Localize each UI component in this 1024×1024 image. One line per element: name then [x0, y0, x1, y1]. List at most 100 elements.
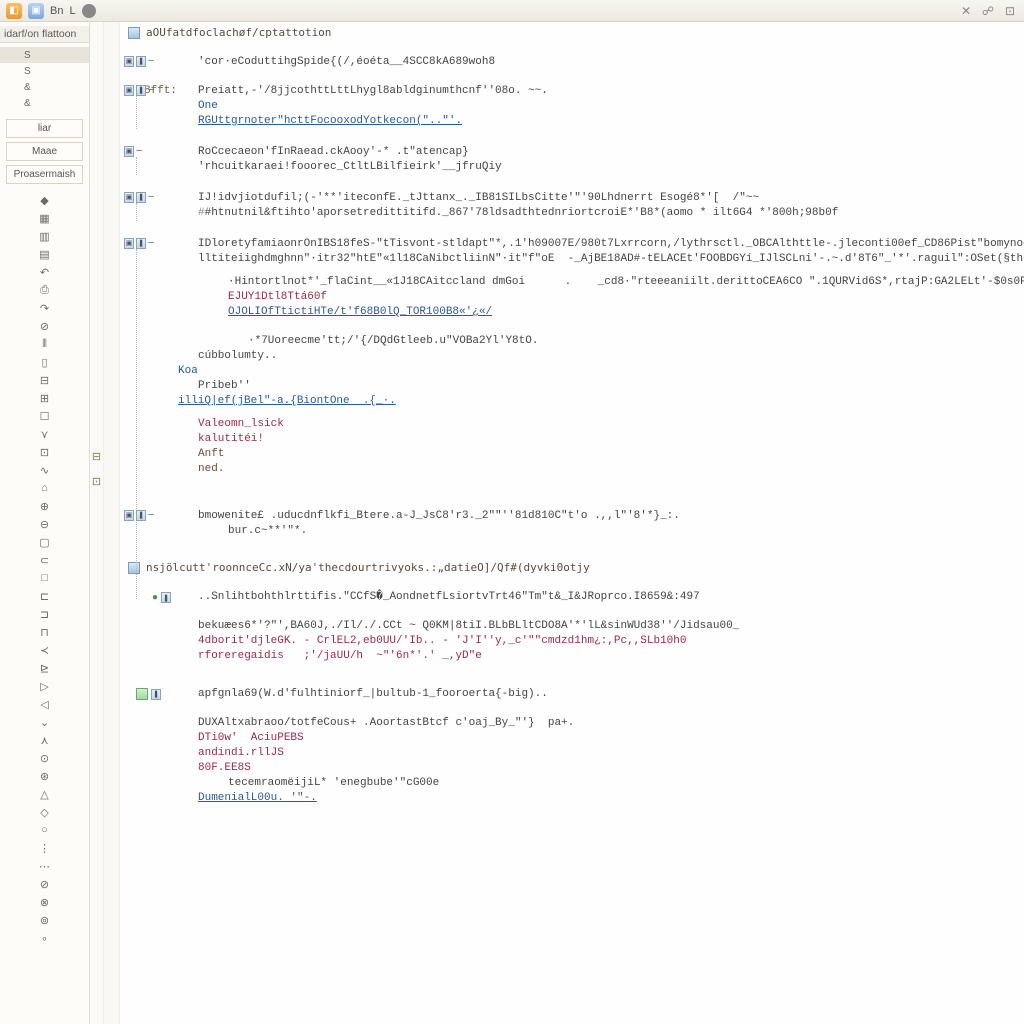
strip-icon[interactable]: ▷: [37, 678, 53, 694]
code-line[interactable]: 4dborit'djleGK. - CrlEL2,eb0UU/'Ib.. - '…: [128, 634, 1024, 649]
code-line[interactable]: andindi.rllJS: [128, 746, 1024, 761]
settings-icon[interactable]: ✕: [958, 3, 974, 19]
block-marker[interactable]: ▣ ❚ −: [124, 509, 154, 521]
strip-icon[interactable]: ⌄: [37, 714, 53, 730]
panel-item[interactable]: S: [0, 63, 89, 79]
strip-icon[interactable]: ⊐: [37, 606, 53, 622]
collapse-icon[interactable]: −: [148, 509, 154, 521]
block-marker[interactable]: ▣ ❚ −: [124, 191, 154, 203]
bookmark-icon[interactable]: ❚: [136, 85, 146, 96]
gutter-icon[interactable]: ⊡: [92, 475, 101, 488]
code-line[interactable]: RoCcecaeon'fInRaead.ckAooy'-* .t"atencap…: [128, 145, 1024, 160]
fold-icon[interactable]: ▣: [124, 238, 134, 249]
code-line[interactable]: DUXAltxabraoo/totfeCous+ .AoortastBtcf c…: [128, 716, 1024, 731]
panel-item[interactable]: &: [0, 95, 89, 111]
strip-icon[interactable]: ⊖: [37, 516, 53, 532]
code-line[interactable]: OJOLIOfTtictiHTe/t'f68B0lQ_TOR100B8«'¿«/: [128, 305, 1024, 320]
strip-icon[interactable]: ↷: [37, 300, 53, 316]
app-icon-1[interactable]: ◧: [6, 3, 22, 19]
code-line[interactable]: apfgnla69(W.d'fulhtiniorf_|bultub-1_foor…: [128, 687, 1024, 702]
code-line[interactable]: Anft: [128, 447, 1024, 462]
strip-icon[interactable]: ▦: [37, 210, 53, 226]
strip-icon[interactable]: ⊵: [37, 660, 53, 676]
fold-icon[interactable]: ▣: [124, 146, 134, 157]
code-line[interactable]: ·Hintortlnot*'_flaCint__«1J18CAitccland …: [128, 275, 1024, 290]
strip-icon[interactable]: ⊚: [37, 912, 53, 928]
strip-icon[interactable]: ◇: [37, 804, 53, 820]
code-line[interactable]: Preiatt,-'/8jjcothttLttLhygl8abldginumth…: [128, 84, 1024, 99]
fold-gutter[interactable]: [104, 22, 120, 1024]
strip-icon[interactable]: ⊘: [37, 876, 53, 892]
strip-icon[interactable]: ⋮: [37, 840, 53, 856]
strip-icon[interactable]: ⊙: [37, 750, 53, 766]
tool-icon-1[interactable]: ☍: [980, 3, 996, 19]
strip-icon[interactable]: ☐: [37, 408, 53, 424]
collapse-icon[interactable]: −: [136, 145, 142, 157]
breakpoint-gutter[interactable]: ⊟ ⊡: [90, 22, 104, 1024]
code-line[interactable]: ned.: [128, 462, 1024, 477]
collapse-icon[interactable]: −: [148, 84, 154, 96]
strip-icon[interactable]: ⊂: [37, 552, 53, 568]
code-line[interactable]: kalutitéi!: [128, 432, 1024, 447]
strip-icon[interactable]: ▢: [37, 534, 53, 550]
strip-icon[interactable]: ↶: [37, 264, 53, 280]
code-line[interactable]: bur.c~**'"*.: [128, 524, 1024, 539]
bookmark-icon[interactable]: ❚: [136, 192, 146, 203]
strip-icon[interactable]: ⊛: [37, 768, 53, 784]
strip-icon[interactable]: ⫴: [37, 336, 53, 352]
bookmark-icon[interactable]: ❚: [161, 592, 171, 603]
block-marker[interactable]: ▣ ❚ −: [124, 237, 154, 249]
fold-icon[interactable]: ▣: [124, 56, 134, 67]
code-line[interactable]: bekuæes6*'?"',BA60J,./Il/./.CCt ~ Q0KM|8…: [128, 619, 1024, 634]
strip-icon[interactable]: ⊕: [37, 498, 53, 514]
code-line[interactable]: 'cor·eCoduttihgSpide{(/,éoéta__4SCC8kA68…: [128, 55, 1024, 70]
strip-icon[interactable]: ∿: [37, 462, 53, 478]
code-line[interactable]: 'rhcuitkaraei!fooorec_CtltLBilfieirk'__j…: [128, 160, 1024, 175]
block-marker[interactable]: ▣ ❚ −: [124, 55, 154, 67]
strip-icon[interactable]: ∘: [37, 930, 53, 946]
code-keyword[interactable]: One: [198, 100, 218, 112]
code-link[interactable]: RGUttgrnoter"hcttFocooxodYotkecon(".."'.: [198, 115, 462, 127]
code-line[interactable]: EJUY1Dtl8Ttá60f: [128, 290, 1024, 305]
bookmark-icon[interactable]: ❚: [151, 689, 161, 700]
fold-icon[interactable]: ▣: [124, 85, 134, 96]
strip-icon[interactable]: ⌂: [37, 480, 53, 496]
panel-button-1[interactable]: liar: [6, 119, 83, 138]
section-icon[interactable]: [128, 562, 140, 574]
code-line[interactable]: ##htnutnil&ftihto'aporsetredittitifd._86…: [128, 206, 1024, 221]
section-icon[interactable]: [128, 27, 140, 39]
code-line[interactable]: IJ!idvjiotdufil;(-'**'iteconfE._tJttanx_…: [128, 191, 1024, 206]
code-line[interactable]: Valeomn_lsick: [128, 417, 1024, 432]
fold-icon[interactable]: ▣: [124, 510, 134, 521]
app-icon-2[interactable]: ▣: [28, 3, 44, 19]
code-line[interactable]: DumenialL00u. '"-.: [128, 791, 1024, 806]
strip-icon[interactable]: ⋏: [37, 732, 53, 748]
strip-icon[interactable]: □: [37, 570, 53, 586]
strip-icon[interactable]: ≺: [37, 642, 53, 658]
panel-button-3[interactable]: Proasermaish: [6, 165, 83, 184]
strip-icon[interactable]: ◁: [37, 696, 53, 712]
strip-icon[interactable]: ⋯: [37, 858, 53, 874]
strip-icon[interactable]: ⋎: [37, 426, 53, 442]
panel-item[interactable]: &: [0, 79, 89, 95]
fold-icon[interactable]: ▣: [124, 192, 134, 203]
bookmark-icon[interactable]: ❚: [136, 238, 146, 249]
code-line[interactable]: illiQ|ef(jBel"-a.{BiontOne .{_·.: [128, 394, 1024, 409]
strip-icon[interactable]: ⊓: [37, 624, 53, 640]
code-line[interactable]: bmowenite£ .uducdnflkfi_Btere.a-J_JsC8'r…: [128, 509, 1024, 524]
green-dot-icon[interactable]: ●: [152, 592, 158, 603]
toolbar-dot-icon[interactable]: [82, 4, 96, 18]
code-line[interactable]: Pribeb'': [128, 379, 1024, 394]
strip-icon[interactable]: ⊟: [37, 372, 53, 388]
code-line[interactable]: DTi0w' AciuPEBS: [128, 731, 1024, 746]
code-line[interactable]: ·*7Uoreecme'tt;/'{/DQdGtleeb.u"VOBa2Yl'Y…: [128, 334, 1024, 349]
strip-icon[interactable]: ▯: [37, 354, 53, 370]
strip-icon[interactable]: ⊡: [37, 444, 53, 460]
strip-icon[interactable]: ⊞: [37, 390, 53, 406]
code-line[interactable]: rforeregaidis ;'/jaUU/h ~"'6n*'.' _,yD"e: [128, 649, 1024, 664]
strip-icon[interactable]: △: [37, 786, 53, 802]
code-line[interactable]: lltiteiighdmghnn"·itr32"htE"«1l18CaNibct…: [128, 252, 1024, 267]
gutter-icon[interactable]: ⊟: [92, 450, 101, 463]
strip-icon[interactable]: ◆: [37, 192, 53, 208]
collapse-icon[interactable]: −: [148, 191, 154, 203]
